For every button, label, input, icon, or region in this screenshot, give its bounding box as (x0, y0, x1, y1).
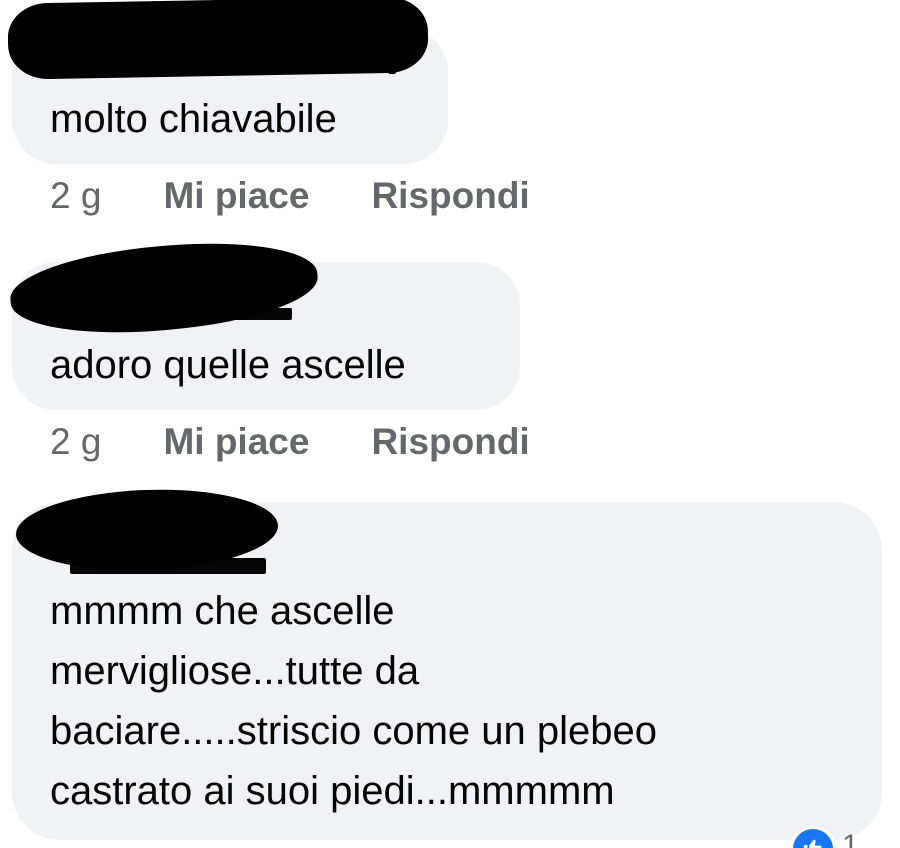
comment-thread: molto chiavabile 2 g Mi piace Rispondi a… (0, 0, 900, 848)
comment-text: mmmm che ascelle (50, 589, 395, 633)
comment-timestamp[interactable]: 2 g (50, 175, 101, 217)
reaction-count: 1 (842, 829, 859, 848)
redaction-mark (7, 0, 429, 80)
comment-text: baciare.....striscio come un plebeo (50, 709, 657, 753)
reaction-summary[interactable]: 1 (790, 826, 859, 848)
like-button[interactable]: Mi piace (163, 175, 309, 217)
comment-text: molto chiavabile (50, 97, 337, 141)
comment-actions-2: 2 g Mi piace Rispondi (50, 420, 530, 464)
reply-button[interactable]: Rispondi (371, 175, 529, 217)
like-thumb-icon (790, 826, 836, 848)
comment-timestamp[interactable]: 2 g (50, 421, 101, 463)
like-button[interactable]: Mi piace (163, 421, 309, 463)
reply-button[interactable]: Rispondi (371, 421, 529, 463)
comment-text: mervigliose...tutte da (50, 649, 420, 693)
comment-text: castrato ai suoi piedi...mmmmm (50, 769, 615, 813)
comment-actions-1: 2 g Mi piace Rispondi (50, 174, 530, 218)
comment-text: adoro quelle ascelle (50, 343, 406, 387)
